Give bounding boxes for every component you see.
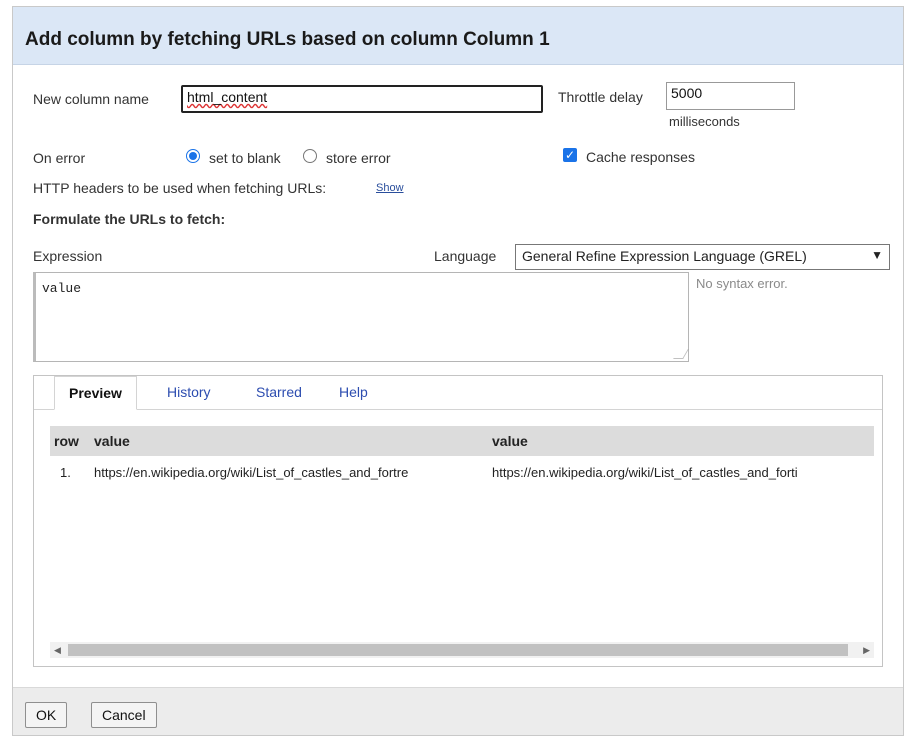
http-headers-label: HTTP headers to be used when fetching UR… [33,180,327,196]
tab-preview[interactable]: Preview [54,376,137,410]
dialog-footer: OK Cancel [13,687,903,735]
radio-checked-icon[interactable] [186,149,200,163]
preview-tabs-panel: Preview History Starred Help row value v… [33,375,883,667]
formulate-urls-heading: Formulate the URLs to fetch: [33,211,226,227]
new-column-name-input[interactable]: html_content [181,85,543,113]
headers-show-link[interactable]: Show [376,182,404,194]
ok-button[interactable]: OK [25,702,68,728]
on-error-option-store[interactable]: store error [326,150,391,166]
row-value-result: https://en.wikipedia.org/wiki/List_of_ca… [492,465,798,480]
dialog-title: Add column by fetching URLs based on col… [25,29,550,50]
scroll-left-icon[interactable]: ◀ [54,642,61,658]
dialog-header: Add column by fetching URLs based on col… [13,7,903,65]
language-select[interactable]: General Refine Expression Language (GREL… [515,244,890,270]
scrollbar-thumb[interactable] [68,644,848,656]
throttle-unit-label: milliseconds [669,114,740,129]
expression-textarea[interactable]: value [33,272,689,362]
syntax-status: No syntax error. [696,276,788,291]
tab-bar: Preview History Starred Help [34,376,882,410]
new-column-name-label: New column name [33,91,149,107]
tab-history[interactable]: History [153,376,225,410]
add-column-dialog: Add column by fetching URLs based on col… [12,6,904,736]
on-error-label: On error [33,150,86,166]
tab-starred[interactable]: Starred [242,376,316,410]
throttle-delay-input[interactable]: 5000 [666,82,795,110]
horizontal-scrollbar[interactable]: ◀ ▶ [50,642,874,658]
language-label: Language [434,248,497,264]
on-error-option-blank[interactable]: set to blank [209,150,281,166]
header-row: row [54,433,79,449]
throttle-delay-label: Throttle delay [558,89,643,105]
expression-value: value [42,281,82,296]
chevron-down-icon: ▼ [871,248,883,262]
radio-unchecked-icon[interactable] [303,149,317,163]
cache-responses-label[interactable]: Cache responses [586,149,695,165]
checkbox-checked-icon[interactable]: ✓ [563,148,577,162]
resize-grip-icon[interactable] [673,349,689,359]
row-value-original: https://en.wikipedia.org/wiki/List_of_ca… [94,465,409,480]
tab-help[interactable]: Help [325,376,382,410]
cancel-button[interactable]: Cancel [91,702,157,728]
header-value-original: value [94,433,130,449]
expression-label: Expression [33,248,103,264]
language-select-value: General Refine Expression Language (GREL… [522,248,807,264]
row-number: 1. [60,465,71,480]
scroll-right-icon[interactable]: ▶ [863,642,870,658]
header-value-result: value [492,433,528,449]
table-row: 1. https://en.wikipedia.org/wiki/List_of… [50,458,874,488]
preview-table-header: row value value [50,426,874,456]
